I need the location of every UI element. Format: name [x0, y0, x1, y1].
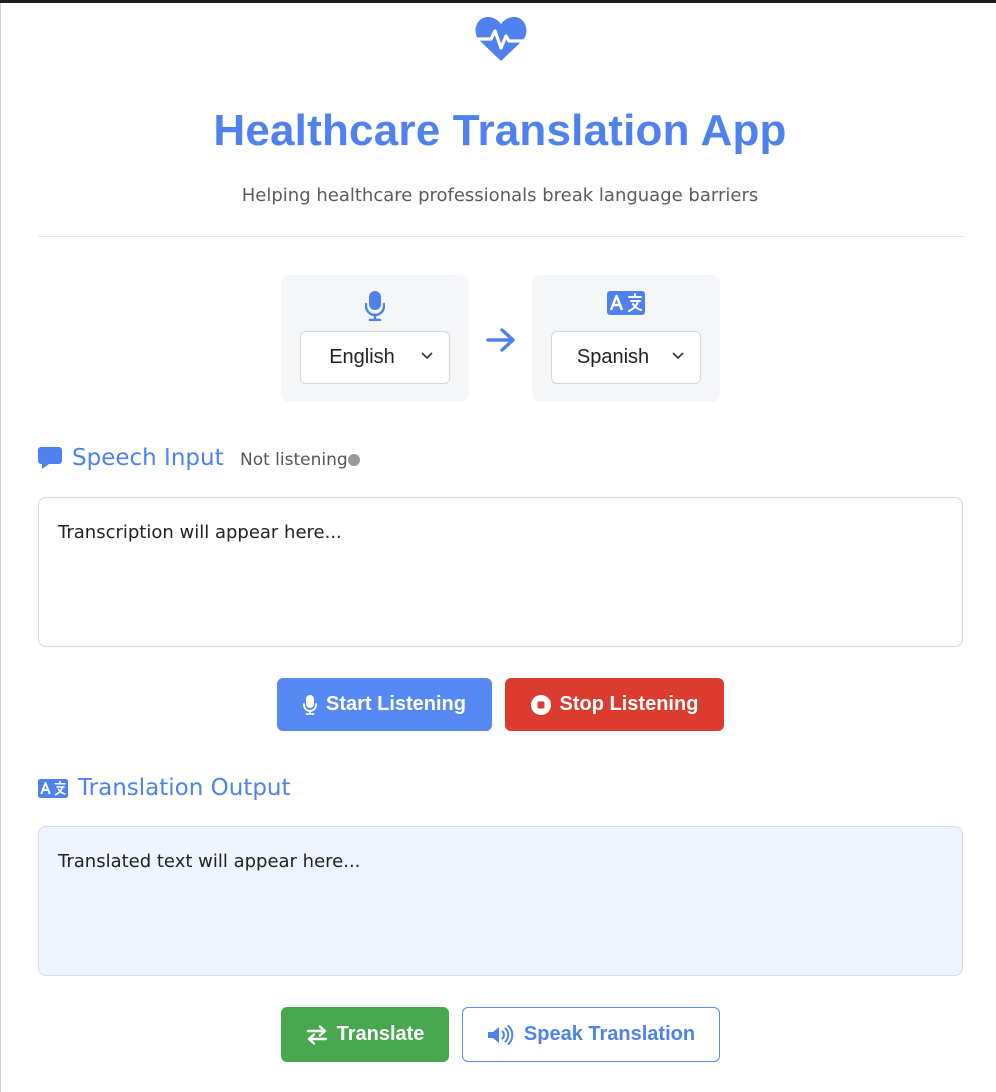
translate-icon — [38, 778, 68, 798]
header-divider — [38, 236, 963, 237]
source-language-select[interactable]: English — [300, 331, 450, 384]
translation-text: Translated text will appear here... — [58, 851, 361, 872]
start-listening-label: Start Listening — [325, 693, 466, 715]
listening-status: Not listening — [240, 450, 360, 470]
target-language-value: Spanish — [576, 346, 650, 368]
status-indicator-dot — [347, 454, 360, 466]
microphone-icon — [303, 694, 317, 715]
stop-listening-button[interactable]: Stop Listening — [505, 678, 724, 731]
transcription-text: Transcription will appear here... — [58, 522, 342, 543]
start-listening-button[interactable]: Start Listening — [277, 678, 492, 731]
speak-translation-button[interactable]: Speak Translation — [462, 1007, 720, 1062]
transcription-box: Transcription will appear here... — [38, 497, 963, 647]
stop-circle-icon — [530, 694, 551, 715]
speak-translation-label: Speak Translation — [523, 1023, 696, 1045]
speech-input-label: Speech Input — [72, 445, 224, 471]
heart-pulse-icon — [475, 16, 527, 61]
translation-output-label: Translation Output — [78, 775, 291, 801]
target-language-select[interactable]: Spanish — [551, 331, 701, 384]
exchange-arrows-icon — [306, 1024, 327, 1045]
chevron-down-icon — [672, 352, 684, 360]
target-language-card: Spanish — [532, 275, 720, 402]
translation-output-heading: Translation Output — [38, 775, 291, 801]
stop-listening-label: Stop Listening — [559, 693, 699, 715]
translate-icon — [607, 291, 645, 315]
translate-button[interactable]: Translate — [281, 1007, 449, 1062]
window-top-bar — [0, 0, 996, 3]
window-left-border — [0, 3, 1, 1092]
chevron-down-icon — [421, 352, 433, 360]
translate-label: Translate — [336, 1023, 425, 1045]
page-title: Healthcare Translation App — [213, 106, 787, 155]
source-language-value: English — [329, 346, 395, 368]
speech-input-heading: Speech Input — [38, 445, 224, 471]
arrow-right-icon — [486, 328, 515, 352]
translation-box: Translated text will appear here... — [38, 826, 963, 976]
comment-icon — [38, 447, 62, 469]
listening-status-text: Not listening — [240, 450, 348, 470]
microphone-icon — [365, 291, 385, 321]
source-language-card: English — [281, 275, 469, 402]
page-subtitle: Helping healthcare professionals break l… — [241, 185, 759, 206]
volume-icon — [487, 1024, 514, 1045]
